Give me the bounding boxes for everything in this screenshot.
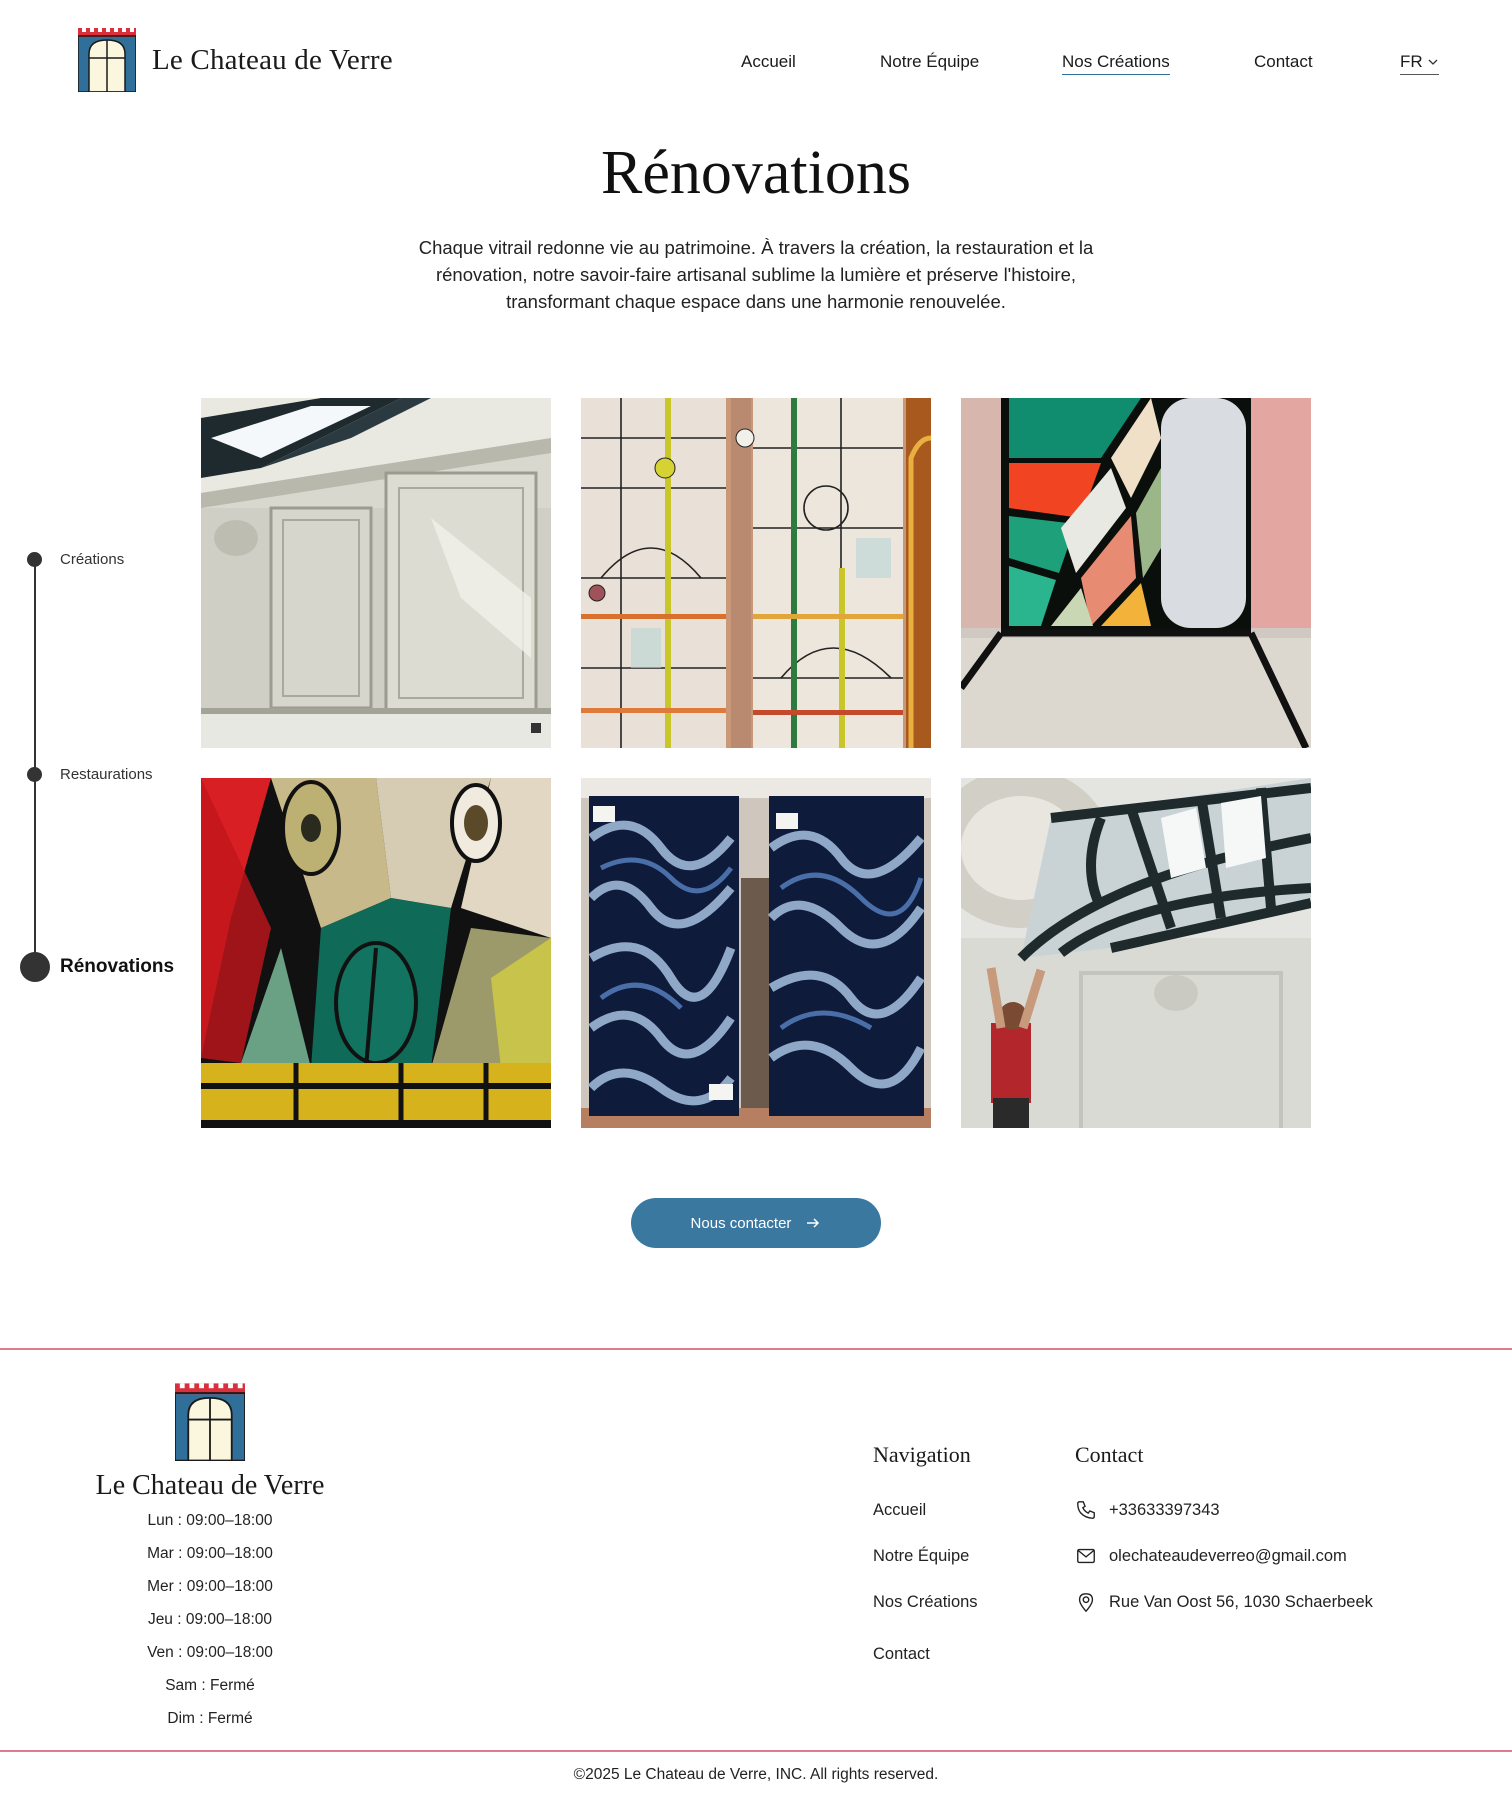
- colorful-stained-glass-panel-photo: [961, 398, 1311, 748]
- footer-email[interactable]: olechateaudeverreo@gmail.com: [1075, 1545, 1347, 1567]
- gallery-image-skylight-install[interactable]: [961, 778, 1311, 1128]
- footer-brand-title: Le Chateau de Verre: [95, 1470, 325, 1501]
- skylight-installation-photo: [961, 778, 1311, 1128]
- footer-link-contact[interactable]: Contact: [873, 1645, 930, 1664]
- footer-link-nos-creations[interactable]: Nos Créations: [873, 1593, 978, 1612]
- page-title: Rénovations: [601, 139, 911, 207]
- postal-address: Rue Van Oost 56, 1030 Schaerbeek: [1109, 1592, 1373, 1611]
- footer-address[interactable]: Rue Van Oost 56, 1030 Schaerbeek: [1075, 1591, 1373, 1613]
- location-pin-icon: [1078, 1593, 1094, 1613]
- chevron-down-icon: [1428, 59, 1438, 65]
- timeline-item-creations[interactable]: Créations: [27, 551, 124, 568]
- gallery-image-colorful-panel[interactable]: [961, 398, 1311, 748]
- footer-divider-bottom: [0, 1750, 1512, 1752]
- timeline-item-restaurations[interactable]: Restaurations: [27, 766, 153, 783]
- arrow-right-icon: [807, 1218, 820, 1228]
- nav-item-contact[interactable]: Contact: [1254, 52, 1313, 72]
- footer-phone[interactable]: +33633397343: [1075, 1499, 1220, 1521]
- hours-row: Jeu : 09:00–18:00: [147, 1611, 273, 1628]
- contact-us-label: Nous contacter: [690, 1214, 792, 1232]
- gallery-image-ornate-panel[interactable]: [201, 778, 551, 1128]
- hours-row: Lun : 09:00–18:00: [147, 1512, 273, 1529]
- opening-hours: Lun : 09:00–18:00 Mar : 09:00–18:00 Mer …: [60, 1510, 360, 1741]
- timeline-dot: [27, 552, 42, 567]
- phone-number: +33633397343: [1109, 1500, 1220, 1519]
- language-label: FR: [1400, 52, 1423, 71]
- blue-swirl-glass-sheets-photo: [581, 778, 931, 1128]
- hours-row: Mar : 09:00–18:00: [147, 1545, 273, 1562]
- footer-contact-title: Contact: [1075, 1442, 1144, 1467]
- castle-window-logo-icon: [174, 1383, 246, 1462]
- timeline-item-renovations[interactable]: Rénovations: [20, 952, 174, 982]
- gallery-image-paneled-wall[interactable]: [201, 398, 551, 748]
- email-address: olechateaudeverreo@gmail.com: [1109, 1546, 1347, 1565]
- geometric-leaded-glass-doors-photo: [581, 398, 931, 748]
- timeline-label-active: Rénovations: [60, 956, 175, 977]
- timeline-dot: [27, 767, 42, 782]
- paneled-wall-skylight-photo: [201, 398, 551, 748]
- footer-divider-top: [0, 1348, 1512, 1350]
- timeline-dot-active: [20, 952, 50, 982]
- phone-icon: [1077, 1501, 1095, 1519]
- intro-paragraph: Chaque vitrail redonne vie au patrimoine…: [370, 234, 1142, 315]
- red-green-ornate-stained-glass-photo: [201, 778, 551, 1128]
- gallery-image-leaded-doors[interactable]: [581, 398, 931, 748]
- footer-link-accueil[interactable]: Accueil: [873, 1501, 926, 1520]
- language-selector[interactable]: FR: [1400, 52, 1439, 75]
- footer-brand[interactable]: Le Chateau de Verre: [60, 1383, 360, 1502]
- intro-line: transformant chaque espace dans une harm…: [506, 291, 1006, 312]
- copyright-text: ©2025 Le Chateau de Verre, INC. All righ…: [573, 1766, 939, 1783]
- contact-us-button[interactable]: Nous contacter: [631, 1198, 881, 1248]
- mail-icon: [1077, 1548, 1095, 1564]
- nav-item-accueil[interactable]: Accueil: [741, 52, 796, 72]
- main-nav: Accueil Notre Équipe Nos Créations Conta…: [0, 52, 1512, 76]
- intro-line: rénovation, notre savoir-faire artisanal…: [435, 264, 1076, 285]
- hours-row: Dim : Fermé: [167, 1710, 253, 1727]
- nav-item-notre-equipe[interactable]: Notre Équipe: [880, 52, 979, 72]
- hours-row: Sam : Fermé: [165, 1677, 255, 1694]
- timeline-line: [34, 558, 36, 968]
- hours-row: Mer : 09:00–18:00: [147, 1578, 273, 1595]
- nav-item-nos-creations[interactable]: Nos Créations: [1062, 52, 1170, 75]
- hours-row: Ven : 09:00–18:00: [147, 1644, 273, 1661]
- footer-navigation-title: Navigation: [873, 1442, 971, 1467]
- site-header: Le Chateau de Verre Accueil Notre Équipe…: [0, 0, 1512, 125]
- intro-line: Chaque vitrail redonne vie au patrimoine…: [418, 237, 1094, 258]
- footer-link-notre-equipe[interactable]: Notre Équipe: [873, 1547, 969, 1566]
- gallery-image-blue-glass[interactable]: [581, 778, 931, 1128]
- timeline-label: Créations: [60, 551, 125, 568]
- timeline-label: Restaurations: [60, 766, 153, 783]
